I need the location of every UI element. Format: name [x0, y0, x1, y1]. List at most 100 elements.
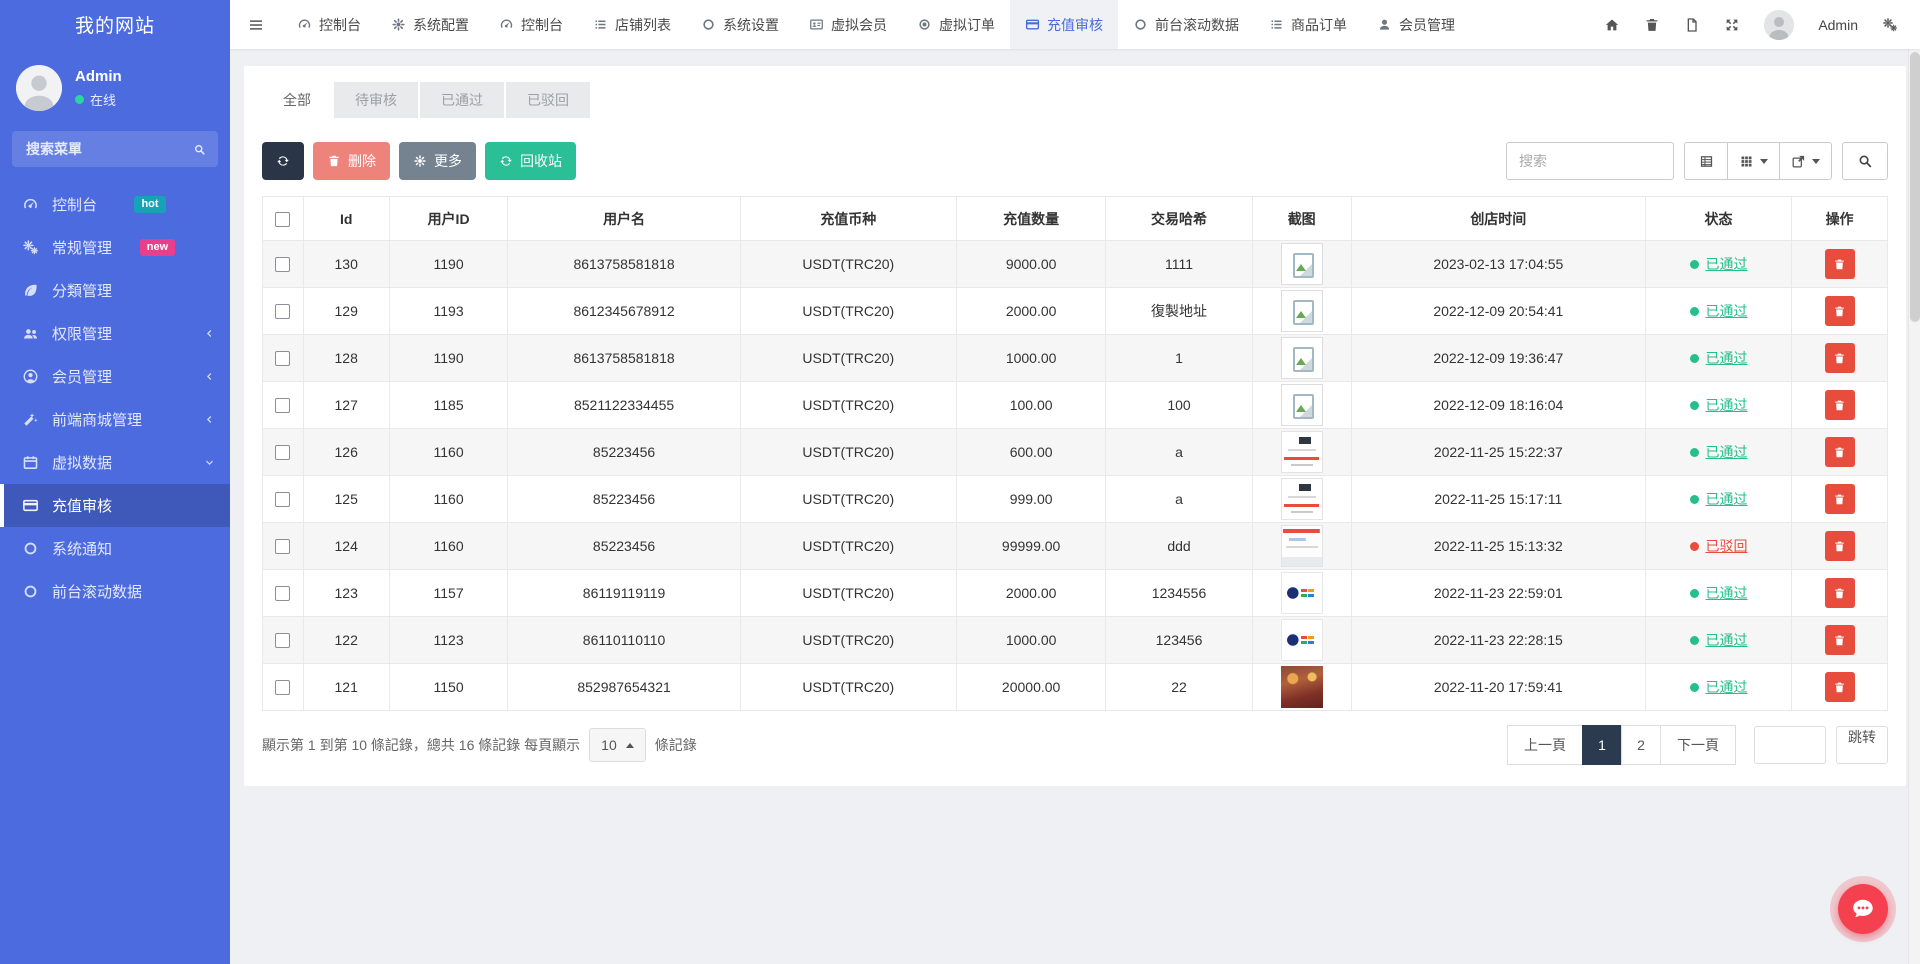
- select-all-checkbox[interactable]: [275, 212, 290, 227]
- row-checkbox[interactable]: [275, 633, 290, 648]
- delete-row-button[interactable]: [1825, 390, 1855, 420]
- status-link[interactable]: 已通过: [1706, 489, 1748, 509]
- screenshot-thumbnail[interactable]: [1281, 666, 1323, 708]
- sidebar-item-general-mgmt[interactable]: 常规管理 new: [0, 226, 230, 269]
- screenshot-thumbnail[interactable]: [1281, 619, 1323, 661]
- top-nav-front-scroll-data[interactable]: 前台滚动数据: [1118, 0, 1254, 49]
- screenshot-thumbnail[interactable]: [1281, 525, 1323, 567]
- status-link[interactable]: 已通过: [1706, 630, 1748, 650]
- cogs-icon[interactable]: [1882, 17, 1898, 33]
- scrollbar-thumb[interactable]: [1910, 52, 1920, 322]
- row-checkbox[interactable]: [275, 304, 290, 319]
- row-checkbox[interactable]: [275, 351, 290, 366]
- sidebar-item-front-scroll-data[interactable]: 前台滚动数据: [0, 570, 230, 613]
- tab-rejected[interactable]: 已驳回: [506, 82, 590, 118]
- next-page-button[interactable]: 下一頁: [1660, 725, 1736, 765]
- cell-tx-hash: 1111: [1106, 241, 1252, 288]
- home-icon[interactable]: [1604, 17, 1620, 33]
- row-checkbox[interactable]: [275, 680, 290, 695]
- search-submit-button[interactable]: [1842, 142, 1888, 180]
- top-nav-recharge-audit[interactable]: 充值审核: [1010, 0, 1118, 49]
- admin-username[interactable]: Admin: [1818, 17, 1858, 33]
- refresh-button[interactable]: [262, 142, 304, 180]
- status-link[interactable]: 已通过: [1706, 395, 1748, 415]
- sidebar-item-permission-mgmt[interactable]: 权限管理: [0, 312, 230, 355]
- clear-icon[interactable]: [1684, 17, 1700, 33]
- sidebar-search-input[interactable]: [24, 140, 185, 158]
- status-link[interactable]: 已通过: [1706, 301, 1748, 321]
- top-nav-system-config[interactable]: 系统配置: [376, 0, 484, 49]
- sidebar-item-category-mgmt[interactable]: 分類管理: [0, 269, 230, 312]
- screenshot-thumbnail[interactable]: [1281, 243, 1323, 285]
- delete-row-button[interactable]: [1825, 625, 1855, 655]
- col-header-7: 创店时间: [1351, 197, 1645, 241]
- row-checkbox[interactable]: [275, 492, 290, 507]
- screenshot-thumbnail[interactable]: [1281, 572, 1323, 614]
- cell-coin: USDT(TRC20): [740, 429, 956, 476]
- scrollbar[interactable]: [1908, 0, 1920, 964]
- delete-row-button[interactable]: [1825, 672, 1855, 702]
- top-nav-dashboard-2[interactable]: 控制台: [484, 0, 578, 49]
- screenshot-thumbnail[interactable]: [1281, 337, 1323, 379]
- sidebar-item-dashboard[interactable]: 控制台 hot: [0, 183, 230, 226]
- status-link[interactable]: 已通过: [1706, 254, 1748, 274]
- delete-row-button[interactable]: [1825, 531, 1855, 561]
- delete-row-button[interactable]: [1825, 578, 1855, 608]
- row-checkbox[interactable]: [275, 445, 290, 460]
- sidebar-item-system-notice[interactable]: 系统通知: [0, 527, 230, 570]
- delete-button[interactable]: 删除: [313, 142, 390, 180]
- top-nav-goods-order[interactable]: 商品订单: [1254, 0, 1362, 49]
- delete-row-button[interactable]: [1825, 343, 1855, 373]
- top-nav-system-settings[interactable]: 系统设置: [686, 0, 794, 49]
- page-button-2[interactable]: 2: [1621, 725, 1661, 765]
- table-search-input[interactable]: [1506, 142, 1674, 180]
- tab-approved[interactable]: 已通过: [420, 82, 504, 118]
- expand-icon[interactable]: [1724, 17, 1740, 33]
- user-avatar[interactable]: [16, 65, 62, 111]
- admin-avatar[interactable]: [1764, 10, 1794, 40]
- page-button-1[interactable]: 1: [1582, 725, 1622, 765]
- sidebar-item-front-mall-mgmt[interactable]: 前端商城管理: [0, 398, 230, 441]
- row-checkbox[interactable]: [275, 539, 290, 554]
- delete-row-button[interactable]: [1825, 484, 1855, 514]
- top-nav-shop-list[interactable]: 店铺列表: [578, 0, 686, 49]
- sidebar-toggle-button[interactable]: [230, 0, 282, 49]
- detail-view-button[interactable]: [1684, 142, 1728, 180]
- more-button[interactable]: 更多: [399, 142, 476, 180]
- sidebar-item-label: 前端商城管理: [52, 409, 142, 430]
- screenshot-thumbnail[interactable]: [1281, 290, 1323, 332]
- top-nav-member-mgmt[interactable]: 会员管理: [1362, 0, 1470, 49]
- sidebar-item-member-mgmt[interactable]: 会员管理: [0, 355, 230, 398]
- jump-button[interactable]: 跳转: [1836, 726, 1888, 764]
- page-size-select[interactable]: 10: [589, 728, 646, 762]
- export-button[interactable]: [1779, 142, 1832, 180]
- status-link[interactable]: 已驳回: [1706, 536, 1748, 556]
- status-link[interactable]: 已通过: [1706, 583, 1748, 603]
- top-nav-virtual-order[interactable]: 虚拟订单: [902, 0, 1010, 49]
- recycle-bin-button[interactable]: 回收站: [485, 142, 576, 180]
- delete-row-button[interactable]: [1825, 437, 1855, 467]
- screenshot-thumbnail[interactable]: [1281, 478, 1323, 520]
- screenshot-thumbnail[interactable]: [1281, 384, 1323, 426]
- columns-button[interactable]: [1727, 142, 1780, 180]
- delete-row-button[interactable]: [1825, 249, 1855, 279]
- chat-fab-button[interactable]: [1830, 876, 1896, 942]
- trash-icon[interactable]: [1644, 17, 1660, 33]
- tab-pending[interactable]: 待审核: [334, 82, 418, 118]
- top-nav-virtual-member[interactable]: 虚拟会员: [794, 0, 902, 49]
- delete-row-button[interactable]: [1825, 296, 1855, 326]
- circle-icon: [22, 540, 39, 557]
- row-checkbox[interactable]: [275, 257, 290, 272]
- tab-all[interactable]: 全部: [262, 82, 332, 118]
- row-checkbox[interactable]: [275, 586, 290, 601]
- row-checkbox[interactable]: [275, 398, 290, 413]
- top-nav-dashboard[interactable]: 控制台: [282, 0, 376, 49]
- prev-page-button[interactable]: 上一頁: [1507, 725, 1583, 765]
- jump-page-input[interactable]: [1754, 726, 1826, 764]
- status-link[interactable]: 已通过: [1706, 677, 1748, 697]
- status-link[interactable]: 已通过: [1706, 442, 1748, 462]
- screenshot-thumbnail[interactable]: [1281, 431, 1323, 473]
- status-link[interactable]: 已通过: [1706, 348, 1748, 368]
- sidebar-item-virtual-data[interactable]: 虚拟数据: [0, 441, 230, 484]
- sidebar-item-recharge-audit[interactable]: 充值审核: [0, 484, 230, 527]
